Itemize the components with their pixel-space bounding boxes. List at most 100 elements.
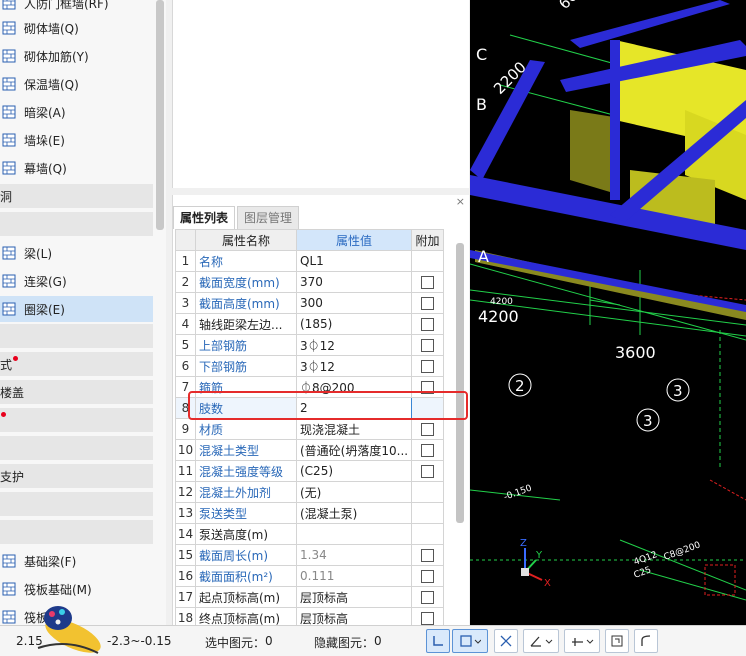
sidebar-group-header[interactable]: 楼盖 [0, 380, 153, 404]
extra-cell[interactable] [411, 565, 444, 587]
extra-cell[interactable] [411, 313, 444, 335]
extra-cell[interactable] [411, 334, 444, 356]
extra-checkbox[interactable] [421, 570, 434, 583]
cad-viewport[interactable]: C B A 2 3 3 6000 2200 4200 4200 3600 -0.… [470, 0, 746, 625]
extra-checkbox[interactable] [421, 339, 434, 352]
property-value[interactable]: 现浇混凝土 [296, 418, 412, 440]
sidebar-item[interactable]: 梁(L) [0, 240, 153, 266]
table-row[interactable]: 5 上部钢筋 3⏀12 [175, 334, 444, 356]
table-row[interactable]: 10 混凝土类型 (普通砼(坍落度10... [175, 439, 444, 461]
raft-rebar-icon [2, 610, 16, 624]
sidebar-group-header[interactable] [0, 436, 153, 460]
property-scrollbar[interactable] [456, 243, 464, 523]
extra-checkbox[interactable] [421, 318, 434, 331]
sidebar-item[interactable]: 保温墙(Q) [0, 71, 153, 97]
tab-layer-manager[interactable]: 图层管理 [237, 206, 300, 229]
extra-cell[interactable] [411, 292, 444, 314]
property-value[interactable]: (混凝土泵) [296, 502, 412, 524]
property-value[interactable]: 2 [296, 397, 412, 419]
extra-checkbox[interactable] [421, 612, 434, 625]
sidebar-group-header[interactable]: 支护 [0, 464, 153, 488]
extra-checkbox[interactable] [421, 549, 434, 562]
sidebar-group-header[interactable]: 式 [0, 352, 153, 376]
property-name: 箍筋 [195, 376, 297, 398]
sidebar-item[interactable]: 砌体墙(Q) [0, 15, 153, 41]
table-row[interactable]: 6 下部钢筋 3⏀12 [175, 355, 444, 377]
cross-select-button[interactable] [494, 629, 518, 653]
extra-cell[interactable] [411, 460, 444, 482]
table-row[interactable]: 14 泵送高度(m) [175, 523, 444, 545]
extra-cell[interactable] [411, 586, 444, 608]
foundation-beam-icon [2, 554, 16, 568]
extra-checkbox[interactable] [421, 276, 434, 289]
property-value[interactable]: 层顶标高 [296, 586, 412, 608]
sidebar-item[interactable]: 人防门框墙(RF) [0, 0, 153, 16]
extra-cell[interactable] [411, 418, 444, 440]
property-value[interactable] [296, 523, 412, 545]
table-row[interactable]: 9 材质 现浇混凝土 [175, 418, 444, 440]
sidebar-item[interactable]: 墙垛(E) [0, 127, 153, 153]
capture-button[interactable] [605, 629, 629, 653]
offset-button[interactable] [564, 629, 600, 653]
extra-cell[interactable] [411, 439, 444, 461]
table-row[interactable]: 12 混凝土外加剂 (无) [175, 481, 444, 503]
arc-button[interactable] [634, 629, 658, 653]
property-value[interactable]: 3⏀12 [296, 334, 412, 356]
sidebar-group-header[interactable] [0, 520, 153, 544]
nav-scrollbar[interactable] [156, 0, 164, 230]
close-icon[interactable]: × [456, 195, 465, 208]
sidebar-item[interactable]: 砌体加筋(Y) [0, 43, 153, 69]
table-row[interactable]: 16 截面面积(m²) 0.111 [175, 565, 444, 587]
property-value[interactable]: 3⏀12 [296, 355, 412, 377]
sidebar-group-header[interactable] [0, 212, 153, 236]
table-row[interactable]: 11 混凝土强度等级 (C25) [175, 460, 444, 482]
property-value[interactable]: (普通砼(坍落度10... [296, 439, 412, 461]
sidebar-item[interactable]: 圈梁(E) [0, 296, 153, 322]
select-box-button[interactable] [452, 629, 488, 653]
property-value[interactable]: (无) [296, 481, 412, 503]
property-value[interactable]: 370 [296, 271, 412, 293]
property-value[interactable]: ⏀8@200 [296, 376, 412, 398]
property-value[interactable]: 1.34 [296, 544, 412, 566]
table-row[interactable]: 2 截面宽度(mm) 370 [175, 271, 444, 293]
extra-cell[interactable] [411, 544, 444, 566]
extra-checkbox[interactable] [421, 423, 434, 436]
sidebar-item[interactable]: 暗梁(A) [0, 99, 153, 125]
extra-checkbox[interactable] [421, 381, 434, 394]
property-value[interactable]: QL1 [296, 250, 412, 272]
row-number: 1 [175, 250, 196, 272]
property-value[interactable]: (C25) [296, 460, 412, 482]
sidebar-group-header[interactable] [0, 408, 153, 432]
property-value[interactable]: (185) [296, 313, 412, 335]
extra-checkbox[interactable] [421, 444, 434, 457]
extra-cell[interactable] [411, 355, 444, 377]
extra-cell[interactable] [411, 271, 444, 293]
table-row[interactable]: 3 截面高度(mm) 300 [175, 292, 444, 314]
table-row[interactable]: 17 起点顶标高(m) 层顶标高 [175, 586, 444, 608]
extra-checkbox[interactable] [421, 465, 434, 478]
extra-checkbox[interactable] [421, 297, 434, 310]
sidebar-item[interactable]: 幕墙(Q) [0, 155, 153, 181]
curtain-wall-icon [2, 161, 16, 175]
extra-checkbox[interactable] [421, 360, 434, 373]
table-row[interactable]: 7 箍筋 ⏀8@200 [175, 376, 444, 398]
tab-property-list[interactable]: 属性列表 [173, 206, 236, 229]
sidebar-group-header[interactable] [0, 492, 153, 516]
table-row[interactable]: 1 名称 QL1 [175, 250, 444, 272]
table-row[interactable]: 15 截面周长(m) 1.34 [175, 544, 444, 566]
table-row[interactable]: 4 轴线距梁左边... (185) [175, 313, 444, 335]
property-value[interactable]: 300 [296, 292, 412, 314]
ortho-button[interactable] [426, 629, 450, 653]
sidebar-group-header[interactable] [0, 324, 153, 348]
sidebar-item-label: 保温墙(Q) [24, 77, 79, 92]
property-name: 混凝土强度等级 [195, 460, 297, 482]
extra-checkbox[interactable] [421, 591, 434, 604]
table-row[interactable]: 13 泵送类型 (混凝土泵) [175, 502, 444, 524]
sidebar-item[interactable]: 基础梁(F) [0, 548, 153, 574]
angle-button[interactable] [523, 629, 559, 653]
extra-cell[interactable] [411, 376, 444, 398]
sidebar-group-header[interactable]: 洞 [0, 184, 153, 208]
property-value[interactable]: 0.111 [296, 565, 412, 587]
sidebar-item[interactable]: 连梁(G) [0, 268, 153, 294]
table-row[interactable]: 8 肢数 2 [175, 397, 444, 419]
